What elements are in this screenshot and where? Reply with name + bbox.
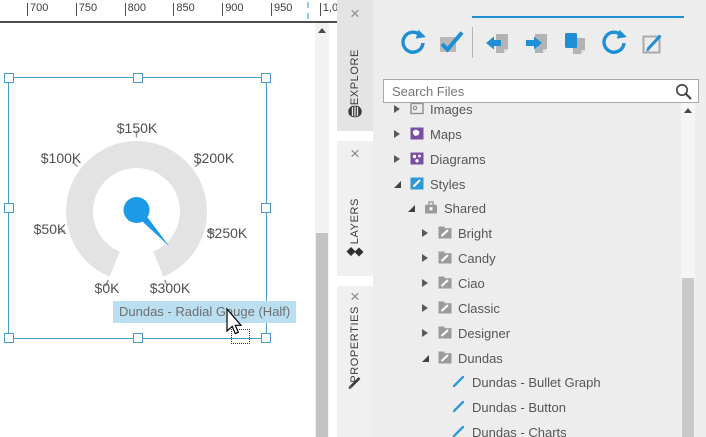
- expand-arrow-expanded-icon[interactable]: [394, 181, 401, 188]
- tree-item-bright[interactable]: Bright: [373, 222, 680, 246]
- tree-item-designer[interactable]: Designer: [373, 322, 680, 346]
- check-out-button[interactable]: [523, 29, 551, 57]
- pencil-blue-icon: [452, 400, 466, 413]
- tree-item-classic[interactable]: Classic: [373, 297, 680, 321]
- tree-item-dundas-bullet-graph[interactable]: Dundas - Bullet Graph: [373, 371, 680, 395]
- tab-layers[interactable]: × LAYERS: [337, 141, 373, 276]
- refresh-secondary-button[interactable]: [600, 29, 628, 57]
- tree-item-ciao[interactable]: Ciao: [373, 272, 680, 296]
- explore-tab-icon: [348, 105, 363, 123]
- expand-arrow-collapsed-icon[interactable]: [394, 155, 400, 163]
- tab-layers-label: LAYERS: [349, 198, 361, 244]
- style-gray-icon: [438, 276, 452, 289]
- tab-explore-label: EXPLORE: [349, 49, 361, 105]
- search-box: [383, 79, 699, 103]
- styles-blue-icon: [410, 177, 424, 190]
- close-icon[interactable]: ×: [350, 147, 360, 161]
- tree-item-styles[interactable]: Styles: [373, 173, 680, 197]
- selection-handle-sw[interactable]: [4, 333, 14, 343]
- expand-arrow-collapsed-icon[interactable]: [422, 229, 428, 237]
- images-icon: [410, 103, 424, 115]
- close-icon[interactable]: ×: [350, 7, 360, 21]
- explore-panel: Images Maps Diagrams Styles Shared: [373, 0, 706, 437]
- expand-arrow-expanded-icon[interactable]: [422, 355, 429, 362]
- tree-item-label: Dundas: [458, 351, 503, 366]
- scroll-up-icon[interactable]: [684, 108, 692, 113]
- selection-rectangle[interactable]: [8, 77, 267, 339]
- selection-handle-se[interactable]: [261, 333, 271, 343]
- expand-arrow-collapsed-icon[interactable]: [422, 254, 428, 262]
- tree-item-dundas[interactable]: Dundas: [373, 347, 680, 371]
- design-canvas[interactable]: 7007508008509009501,000 $0K$50K$100K$150…: [0, 0, 337, 437]
- tab-properties-label: PROPERTIES: [349, 306, 361, 383]
- tree-item-diagrams[interactable]: Diagrams: [373, 148, 680, 172]
- style-gray-icon: [438, 226, 452, 239]
- tree-item-label: Maps: [430, 127, 462, 142]
- style-gray-icon: [438, 326, 452, 339]
- tree-item-images[interactable]: Images: [373, 103, 680, 122]
- expand-arrow-collapsed-icon[interactable]: [422, 304, 428, 312]
- toolbar-group-indicator: [472, 16, 684, 18]
- tree-item-label: Classic: [458, 301, 500, 316]
- tree-item-label: Dundas - Charts: [472, 425, 567, 437]
- check-in-button[interactable]: [485, 29, 513, 57]
- tree-item-maps[interactable]: Maps: [373, 123, 680, 147]
- tree-item-label: Styles: [430, 177, 465, 192]
- tree-item-dundas-charts[interactable]: Dundas - Charts: [373, 421, 680, 437]
- selection-handle-s[interactable]: [133, 333, 143, 343]
- file-tree: Images Maps Diagrams Styles Shared: [373, 103, 680, 437]
- tree-item-dundas-button[interactable]: Dundas - Button: [373, 396, 680, 420]
- tree-item-label: Shared: [444, 201, 486, 216]
- tab-explore[interactable]: × EXPLORE: [337, 0, 373, 131]
- search-icon: [675, 83, 692, 105]
- canvas-vertical-scrollbar[interactable]: [315, 23, 329, 437]
- tab-properties[interactable]: × PROPERTIES: [337, 286, 373, 437]
- select-check-button[interactable]: [437, 29, 465, 57]
- tree-item-label: Ciao: [458, 276, 485, 291]
- expand-arrow-collapsed-icon[interactable]: [394, 105, 400, 113]
- diagrams-icon: [410, 152, 424, 165]
- canvas-scrollbar-thumb[interactable]: [316, 233, 328, 437]
- shared-icon: [424, 201, 438, 214]
- selection-handle-e[interactable]: [261, 203, 271, 213]
- close-icon[interactable]: ×: [350, 290, 360, 304]
- mouse-cursor: [220, 306, 250, 340]
- selection-handle-ne[interactable]: [261, 73, 271, 83]
- pencil-blue-icon: [452, 375, 466, 388]
- search-input[interactable]: [384, 80, 676, 102]
- app-window: 7007508008509009501,000 $0K$50K$100K$150…: [0, 0, 706, 437]
- expand-arrow-collapsed-icon[interactable]: [394, 130, 400, 138]
- style-gray-icon: [438, 251, 452, 264]
- maps-icon: [410, 127, 424, 140]
- expand-arrow-expanded-icon[interactable]: [408, 205, 415, 212]
- style-gray-icon: [438, 351, 452, 364]
- tree-item-candy[interactable]: Candy: [373, 247, 680, 271]
- tree-item-label: Dundas - Button: [472, 400, 566, 415]
- panel-tabstrip: × EXPLORE × LAYERS ×: [337, 0, 373, 437]
- layers-tab-icon: [347, 245, 364, 263]
- edit-button[interactable]: [639, 29, 667, 57]
- tree-scrollbar-thumb[interactable]: [682, 278, 694, 437]
- selection-handle-nw[interactable]: [4, 73, 14, 83]
- tree-vertical-scrollbar[interactable]: [681, 103, 695, 437]
- drag-tooltip: Dundas - Radial Gauge (Half): [113, 301, 296, 323]
- tree-item-label: Bright: [458, 226, 492, 241]
- expand-arrow-collapsed-icon[interactable]: [422, 329, 428, 337]
- tree-item-label: Images: [430, 103, 473, 117]
- selection-handle-n[interactable]: [133, 73, 143, 83]
- pencil-blue-icon: [452, 425, 466, 437]
- scroll-up-icon[interactable]: [318, 28, 326, 33]
- tree-item-label: Dundas - Bullet Graph: [472, 375, 601, 390]
- style-gray-icon: [438, 301, 452, 314]
- toolbar-separator: [472, 27, 473, 58]
- tree-item-label: Candy: [458, 251, 496, 266]
- selection-handle-w[interactable]: [4, 203, 14, 213]
- tree-item-label: Diagrams: [430, 152, 486, 167]
- tree-item-label: Designer: [458, 326, 510, 341]
- tree-item-shared[interactable]: Shared: [373, 197, 680, 221]
- expand-arrow-collapsed-icon[interactable]: [422, 279, 428, 287]
- refresh-button[interactable]: [399, 29, 427, 57]
- copy-pages-button[interactable]: [561, 29, 589, 57]
- properties-tab-icon: [348, 375, 363, 395]
